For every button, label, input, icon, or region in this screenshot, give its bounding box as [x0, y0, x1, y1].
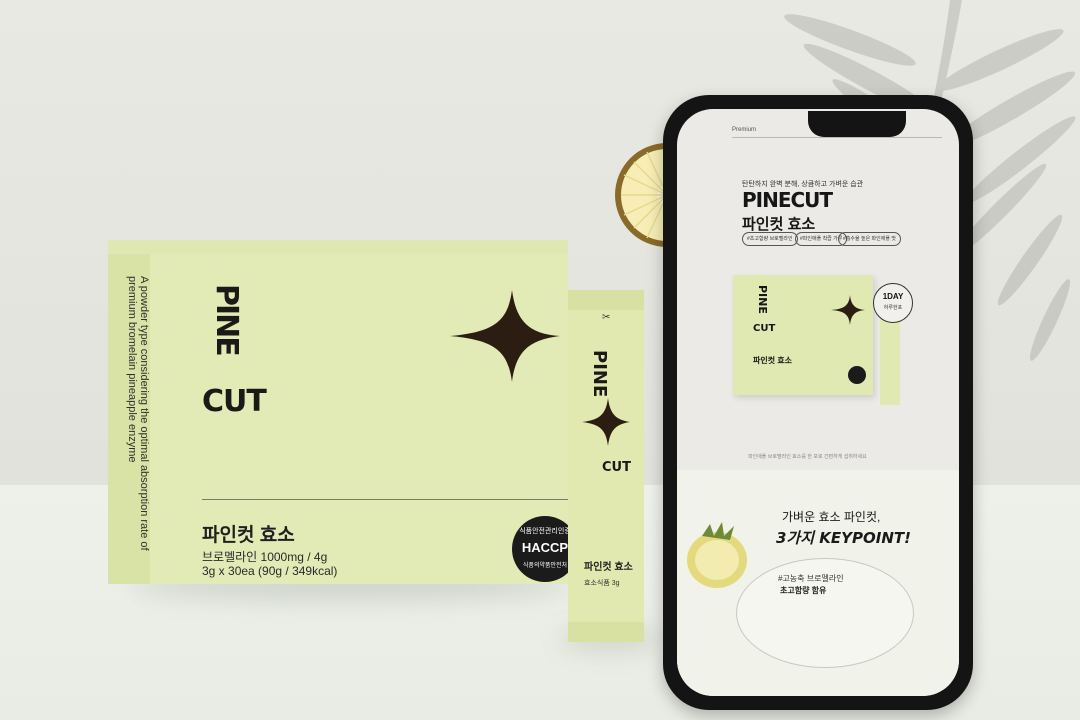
product-box: A powder type considering the optimal ab…	[108, 240, 600, 585]
stick-top-seal	[568, 290, 644, 310]
mini-haccp-seal	[848, 366, 866, 384]
stick-weight: 효소식품 3g	[584, 580, 620, 587]
phone-notch	[808, 111, 906, 137]
screen-caption: 파인애플 브로멜라인 효소를 한 포로 간편하게 섭취하세요	[748, 454, 867, 460]
screen-keypoint-title: 가벼운 효소 파인컷,	[782, 510, 881, 524]
stick-product-name: 파인컷 효소	[584, 562, 633, 573]
stick-brand-cut: CUT	[602, 460, 631, 475]
screen-product-name: 파인컷 효소	[742, 216, 816, 233]
badge-sub-text: 하루한포	[883, 305, 903, 311]
mini-box-brand-pine: PINE	[756, 285, 769, 314]
screen-feature-line2: 초고함량 함유	[780, 586, 827, 595]
box-brand-pine: PINE	[209, 284, 244, 355]
screen-keypoint-subtitle: 3가지 KEYPOINT!	[776, 529, 911, 547]
mini-sparkle-icon	[831, 295, 865, 325]
box-spec-line1: 브로멜라인 1000mg / 4g	[202, 550, 328, 564]
box-side-face: A powder type considering the optimal ab…	[108, 254, 150, 584]
box-divider	[202, 499, 600, 500]
box-front-face: PINE CUT 파인컷 효소 브로멜라인 1000mg / 4g 3g x 3…	[150, 254, 600, 584]
stick-bottom-seal	[568, 622, 644, 642]
box-top-face	[108, 240, 568, 254]
screen-header-divider	[732, 137, 942, 138]
screen-1day-badge: 1DAY 하루한포	[873, 283, 913, 323]
box-brand-cut: CUT	[202, 384, 267, 419]
sparkle-star-icon	[450, 290, 560, 382]
box-side-text: A powder type considering the optimal ab…	[126, 276, 150, 551]
product-scene: A powder type considering the optimal ab…	[0, 0, 1080, 720]
screen-header-label: Premium	[732, 127, 757, 133]
badge-main-text: 1DAY	[882, 292, 904, 301]
stick-sparkle-icon	[582, 398, 630, 446]
box-spec-line2: 3g x 30ea (90g / 349kcal)	[202, 564, 338, 578]
screen-logo: PINECUT	[742, 188, 833, 212]
box-product-name: 파인컷 효소	[202, 525, 295, 546]
screen-pineapple-image	[687, 522, 747, 588]
screen-hashtag-pill: #흡수율 높은 파인애플 맛	[838, 232, 901, 246]
screen-feature-line1: #고농축 브로멜라인	[778, 574, 844, 583]
product-stick: ✂ PINE CUT 파인컷 효소 효소식품 3g	[568, 290, 644, 642]
mini-box-brand-cut: CUT	[753, 323, 776, 334]
mini-box-product-name: 파인컷 효소	[753, 356, 793, 365]
scissor-icon: ✂	[602, 312, 611, 323]
screen-hashtag-pill: #초고함량 브로멜라인	[742, 232, 798, 246]
